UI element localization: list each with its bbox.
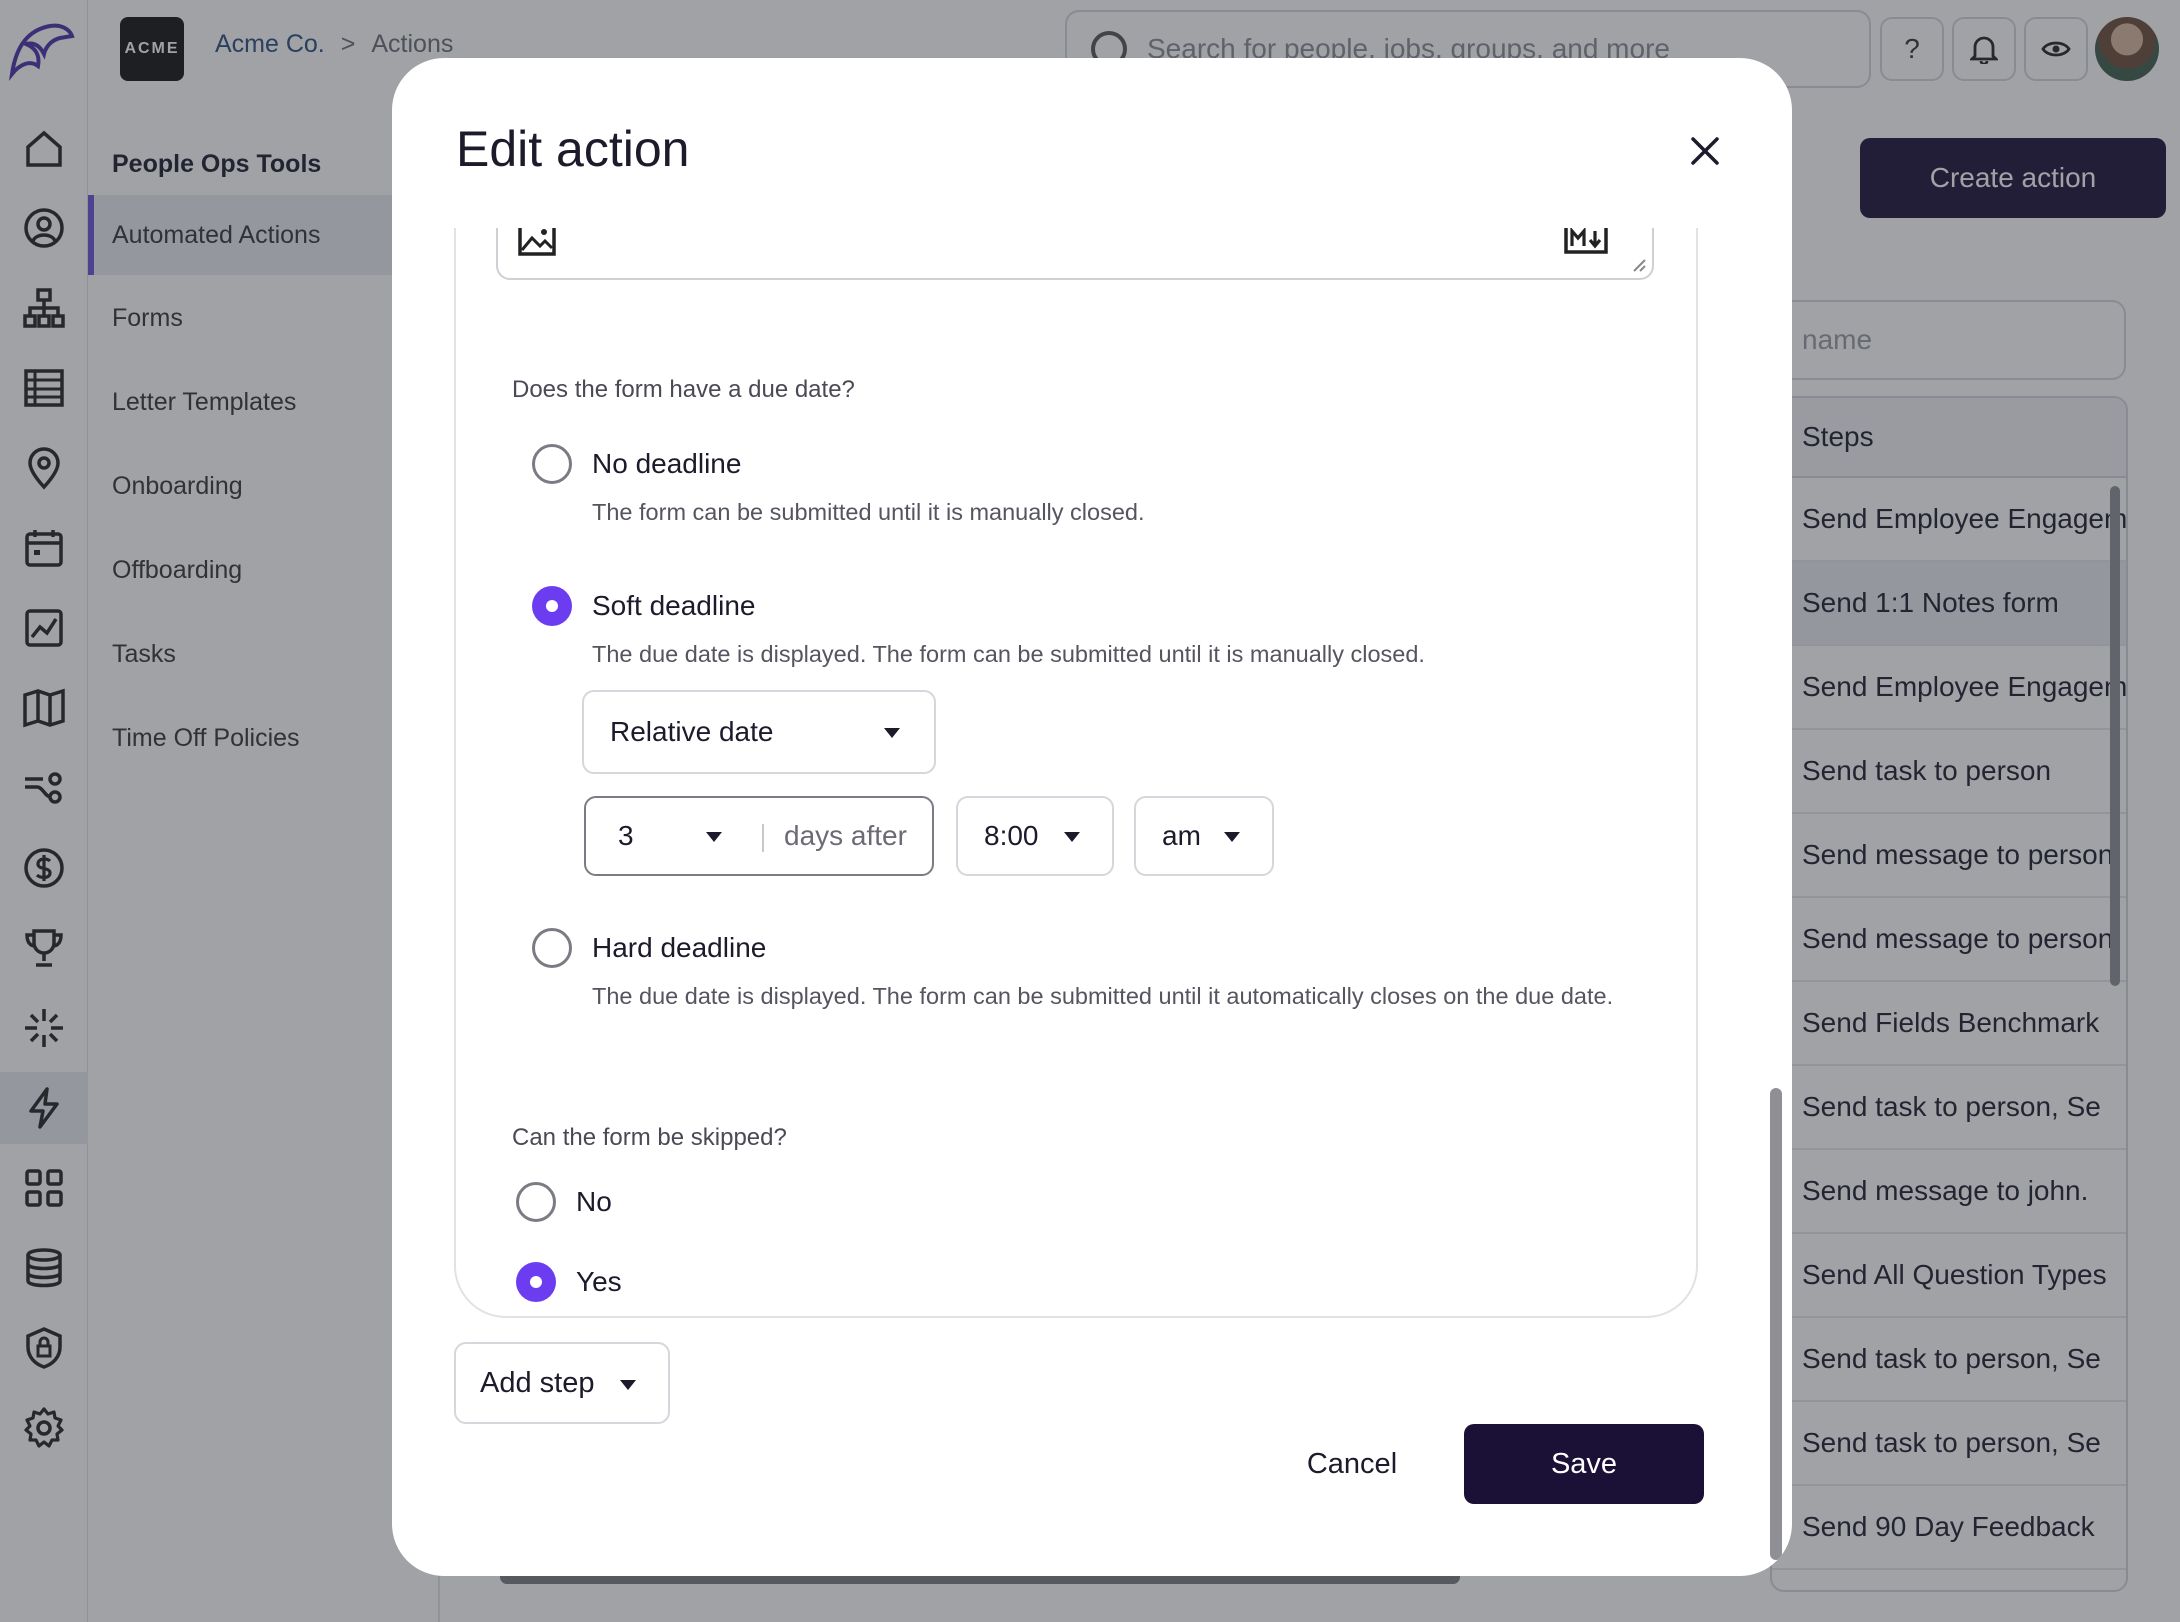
- no-deadline-label[interactable]: No deadline: [592, 448, 741, 480]
- skip-yes-label[interactable]: Yes: [576, 1266, 622, 1298]
- rich-text-editor-toolbar: [496, 228, 1654, 280]
- close-modal-button[interactable]: [1682, 128, 1728, 174]
- date-type-select[interactable]: Relative date: [582, 690, 936, 774]
- resize-handle-icon[interactable]: [1630, 256, 1646, 272]
- date-type-value: Relative date: [610, 716, 774, 747]
- edit-action-modal: Edit action Does the form have a due dat…: [392, 58, 1792, 1576]
- close-icon: [1691, 137, 1719, 165]
- hard-deadline-radio[interactable]: [532, 928, 572, 968]
- hard-deadline-label[interactable]: Hard deadline: [592, 932, 766, 964]
- skip-no-label[interactable]: No: [576, 1186, 612, 1218]
- markdown-icon[interactable]: [1564, 228, 1608, 254]
- chevron-down-icon: [1224, 832, 1240, 842]
- skip-no-radio[interactable]: [516, 1182, 556, 1222]
- hard-deadline-description: The due date is displayed. The form can …: [592, 983, 1614, 1009]
- modal-scroll-area: Does the form have a due date? No deadli…: [392, 228, 1792, 1408]
- chevron-down-icon[interactable]: [706, 832, 722, 842]
- save-button[interactable]: Save: [1464, 1424, 1704, 1504]
- modal-scrollbar[interactable]: [1770, 1088, 1782, 1560]
- soft-deadline-label[interactable]: Soft deadline: [592, 590, 755, 622]
- days-unit-label: days after: [784, 820, 907, 851]
- no-deadline-description: The form can be submitted until it is ma…: [592, 499, 1145, 525]
- skip-yes-radio[interactable]: [516, 1262, 556, 1302]
- ampm-value: am: [1162, 820, 1201, 851]
- insert-image-icon[interactable]: [518, 228, 556, 256]
- add-step-label: Add step: [480, 1366, 595, 1399]
- cancel-button[interactable]: Cancel: [1262, 1424, 1442, 1504]
- modal-title: Edit action: [456, 121, 690, 177]
- time-value: 8:00: [984, 820, 1039, 851]
- input-divider: [762, 824, 764, 852]
- soft-deadline-radio[interactable]: [532, 586, 572, 626]
- skip-question: Can the form be skipped?: [512, 1124, 787, 1151]
- time-select[interactable]: 8:00: [956, 796, 1114, 876]
- ampm-select[interactable]: am: [1134, 796, 1274, 876]
- days-value: 3: [618, 820, 634, 851]
- add-step-button[interactable]: Add step: [454, 1342, 670, 1424]
- no-deadline-radio[interactable]: [532, 444, 572, 484]
- due-date-question: Does the form have a due date?: [512, 376, 855, 403]
- soft-deadline-description: The due date is displayed. The form can …: [592, 641, 1425, 667]
- chevron-down-icon: [884, 728, 900, 738]
- chevron-down-icon: [620, 1380, 636, 1390]
- chevron-down-icon: [1064, 832, 1080, 842]
- relative-days-input[interactable]: 3 days after: [584, 796, 934, 876]
